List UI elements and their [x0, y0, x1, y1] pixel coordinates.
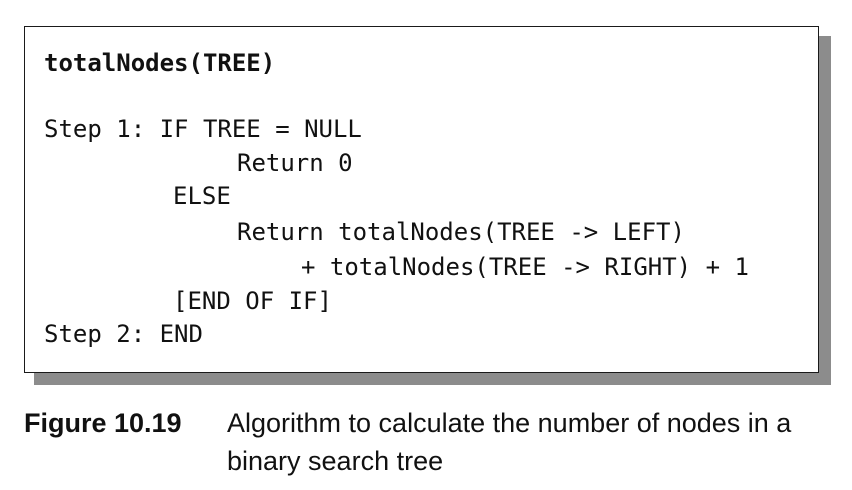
- algorithm-line: Return 0: [237, 149, 353, 177]
- algorithm-line: Step 1: IF TREE = NULL: [44, 115, 362, 143]
- algorithm-line: ELSE: [173, 182, 231, 210]
- algorithm-box: totalNodes(TREE) Step 1: IF TREE = NULL …: [24, 26, 819, 373]
- algorithm-line: Step 2: END: [44, 320, 203, 348]
- algorithm-line: [END OF IF]: [173, 287, 332, 315]
- algorithm-code: totalNodes(TREE) Step 1: IF TREE = NULL …: [44, 49, 749, 348]
- figure-label: Figure 10.19: [24, 408, 182, 438]
- algorithm-line: + totalNodes(TREE -> RIGHT) + 1: [301, 253, 749, 281]
- algorithm-line: Return totalNodes(TREE -> LEFT): [237, 218, 685, 246]
- algorithm-title: totalNodes(TREE): [44, 49, 276, 77]
- figure-caption-text: Algorithm to calculate the number of nod…: [227, 408, 792, 476]
